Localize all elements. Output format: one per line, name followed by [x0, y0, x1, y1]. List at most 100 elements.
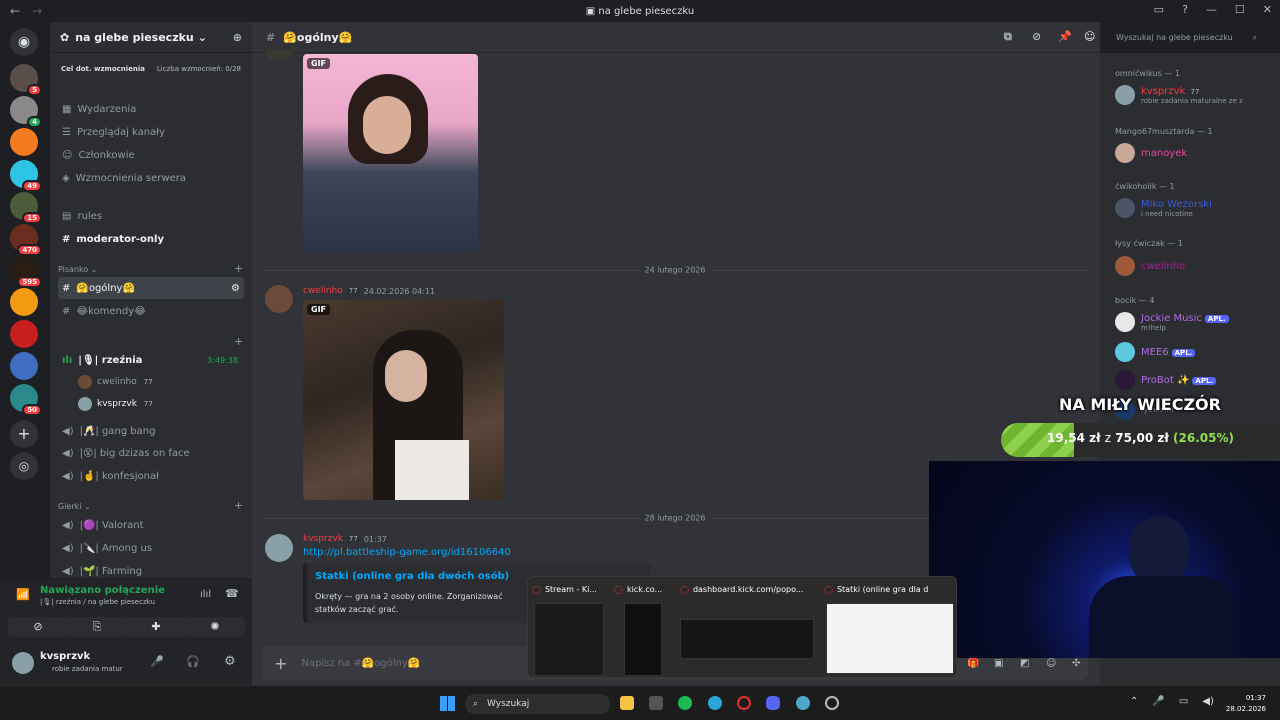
- add-member-icon[interactable]: ⊕: [233, 31, 242, 44]
- avatar[interactable]: [265, 285, 293, 313]
- maximize-button[interactable]: ☐: [1235, 3, 1245, 16]
- nav-members[interactable]: ☺ Członkowie: [58, 144, 244, 166]
- member-list-icon[interactable]: ☺: [1084, 30, 1095, 43]
- microphone-icon[interactable]: 🎤: [150, 655, 164, 668]
- add-attachment-icon[interactable]: +: [274, 654, 287, 673]
- avatar[interactable]: [12, 652, 34, 674]
- server-icon[interactable]: 4: [10, 96, 42, 128]
- gear-icon[interactable]: ⚙: [224, 654, 236, 669]
- server-icon[interactable]: [10, 128, 38, 156]
- user-name[interactable]: kvsprzvk: [40, 651, 90, 662]
- activities-button[interactable]: ✚: [126, 617, 186, 637]
- app-icon[interactable]: [649, 696, 663, 710]
- member-item[interactable]: manoyek: [1115, 143, 1187, 163]
- channel-ogolny[interactable]: # 🤗ogólny🤗 ⚙: [58, 277, 244, 299]
- boost-goal[interactable]: Cel dot. wzmocnienia Liczba wzmocnień: 0…: [56, 61, 246, 77]
- member-item[interactable]: kvsprzvk 77 robie zadania maturalne ze z: [1115, 85, 1271, 105]
- server-icon[interactable]: [10, 288, 38, 316]
- voice-channel-valorant[interactable]: ◀) |🟣| Valorant: [58, 514, 244, 536]
- category-pisanko[interactable]: Pisanko ⌄: [58, 265, 98, 274]
- member-item[interactable]: Jockie Music APL. m!help: [1115, 312, 1229, 332]
- network-icon[interactable]: ▭: [1179, 696, 1188, 707]
- gift-icon[interactable]: 🎁: [967, 658, 979, 669]
- nav-browse-channels[interactable]: ☰ Przeglądaj kanały: [58, 121, 244, 143]
- avatar[interactable]: [265, 534, 293, 562]
- message-author[interactable]: kvsprzvk: [303, 534, 343, 544]
- member-item[interactable]: cwelinho: [1115, 256, 1185, 276]
- preview-window[interactable]: ◯ Statki (online gra dla d: [824, 581, 954, 676]
- emoji-icon[interactable]: ☺: [1046, 658, 1056, 669]
- add-channel-icon[interactable]: +: [234, 262, 243, 275]
- discord-home-icon[interactable]: ◉: [10, 28, 38, 56]
- voice-user[interactable]: kvsprzvk77▬: [78, 394, 155, 414]
- server-icon[interactable]: 470: [10, 224, 42, 256]
- voice-channel-konfesjonal[interactable]: ◀) |🤞| konfesjonał: [58, 465, 244, 487]
- voice-channel-big-dzizas[interactable]: ◀) |😵| big dzizas on face: [58, 442, 244, 464]
- nav-events[interactable]: ▦ Wydarzenia: [58, 98, 244, 120]
- minimize-button[interactable]: —: [1206, 3, 1217, 16]
- mute-icon[interactable]: ⊘: [1032, 30, 1041, 43]
- gif-attachment[interactable]: GIF: [303, 54, 478, 252]
- server-header[interactable]: ✿ na glebe pieseczku ⌄ ⊕: [50, 22, 252, 53]
- member-item[interactable]: Miko Wezorski i need nicotine: [1115, 198, 1212, 218]
- gif-picker-icon[interactable]: ▣: [994, 658, 1003, 669]
- screen-share-button[interactable]: ⎘: [67, 617, 127, 637]
- threads-icon[interactable]: ⧉: [1004, 30, 1012, 44]
- server-icon[interactable]: [10, 352, 38, 380]
- pin-icon[interactable]: 📌: [1058, 30, 1072, 43]
- server-icon[interactable]: 49: [10, 160, 42, 192]
- preview-window[interactable]: ◯ kick.co...: [614, 581, 674, 676]
- voice-channel-among-us[interactable]: ◀) |🔪| Among us: [58, 537, 244, 559]
- microphone-icon[interactable]: 🎤: [1152, 696, 1164, 707]
- add-channel-icon[interactable]: +: [234, 499, 243, 512]
- chevron-up-icon[interactable]: ⌃: [1130, 696, 1138, 707]
- voice-status-subtitle[interactable]: |🎙| rzeźnia / na glebe pieseczku: [40, 598, 155, 606]
- add-channel-icon[interactable]: +: [234, 335, 243, 348]
- channel-moderator-only[interactable]: # moderator-only: [58, 228, 244, 250]
- voice-status-title[interactable]: Nawiązano połączenie: [40, 585, 165, 596]
- server-icon[interactable]: 595: [10, 256, 42, 288]
- channel-komendy[interactable]: # 😂komendy😂: [58, 300, 244, 322]
- apps-icon[interactable]: ✣: [1072, 658, 1080, 669]
- voice-channel-rzeznia[interactable]: ılı |🎙| rzeźnia 3:49:38: [58, 349, 244, 371]
- browser-icon[interactable]: [796, 696, 810, 710]
- voice-user[interactable]: cwelinho 77: [78, 372, 155, 392]
- camera-off-button[interactable]: ⊘: [8, 617, 68, 637]
- inbox-button-icon[interactable]: ▭: [1154, 3, 1164, 16]
- server-icon[interactable]: 50: [10, 384, 42, 416]
- gif-attachment[interactable]: GIF: [303, 300, 504, 500]
- add-server-icon[interactable]: +: [10, 420, 38, 448]
- nav-server-boosts[interactable]: ◈ Wzmocnienia serwera: [58, 167, 244, 189]
- category-gierki[interactable]: Gierki ⌄: [58, 502, 91, 511]
- discord-icon[interactable]: [766, 696, 780, 710]
- server-icon[interactable]: [10, 320, 38, 348]
- preview-window[interactable]: ◯ Stream - Ki...: [532, 581, 608, 676]
- opera-icon[interactable]: [737, 696, 751, 710]
- noise-icon[interactable]: ılıl: [200, 589, 211, 600]
- embed-title[interactable]: Statki (online gra dla dwóch osób): [315, 571, 509, 582]
- spotify-icon[interactable]: [678, 696, 692, 710]
- channel-settings-icon[interactable]: ⚙: [231, 283, 240, 294]
- preview-window[interactable]: ◯ dashboard.kick.com/popo...: [680, 581, 820, 676]
- taskbar-search[interactable]: ⌕ Wyszukaj: [465, 694, 610, 714]
- app-icon[interactable]: [825, 696, 839, 710]
- soundboard-button[interactable]: ✺: [185, 617, 245, 637]
- discover-icon[interactable]: ◎: [10, 452, 38, 480]
- close-button[interactable]: ✕: [1263, 3, 1272, 16]
- message-link[interactable]: http://pl.battleship-game.org/id16106640: [303, 547, 511, 558]
- start-icon[interactable]: [440, 696, 455, 711]
- server-icon[interactable]: 15: [10, 192, 42, 224]
- headphones-icon[interactable]: 🎧: [186, 655, 200, 668]
- help-icon[interactable]: ?: [1182, 3, 1188, 16]
- file-explorer-icon[interactable]: [620, 696, 634, 710]
- channel-rules[interactable]: ▤ rules: [58, 205, 244, 227]
- sticker-icon[interactable]: ◩: [1020, 658, 1029, 669]
- server-icon[interactable]: 5: [10, 64, 42, 96]
- volume-icon[interactable]: ◀): [1202, 696, 1214, 707]
- disconnect-icon[interactable]: ☎: [225, 587, 239, 600]
- edge-icon[interactable]: [708, 696, 722, 710]
- message-author[interactable]: cwelinho: [303, 286, 343, 296]
- taskbar-clock[interactable]: 01:37 28.02.2026: [1226, 693, 1266, 715]
- member-item[interactable]: ProBot ✨ APL.: [1115, 370, 1217, 390]
- member-item[interactable]: MEE6 APL.: [1115, 342, 1196, 362]
